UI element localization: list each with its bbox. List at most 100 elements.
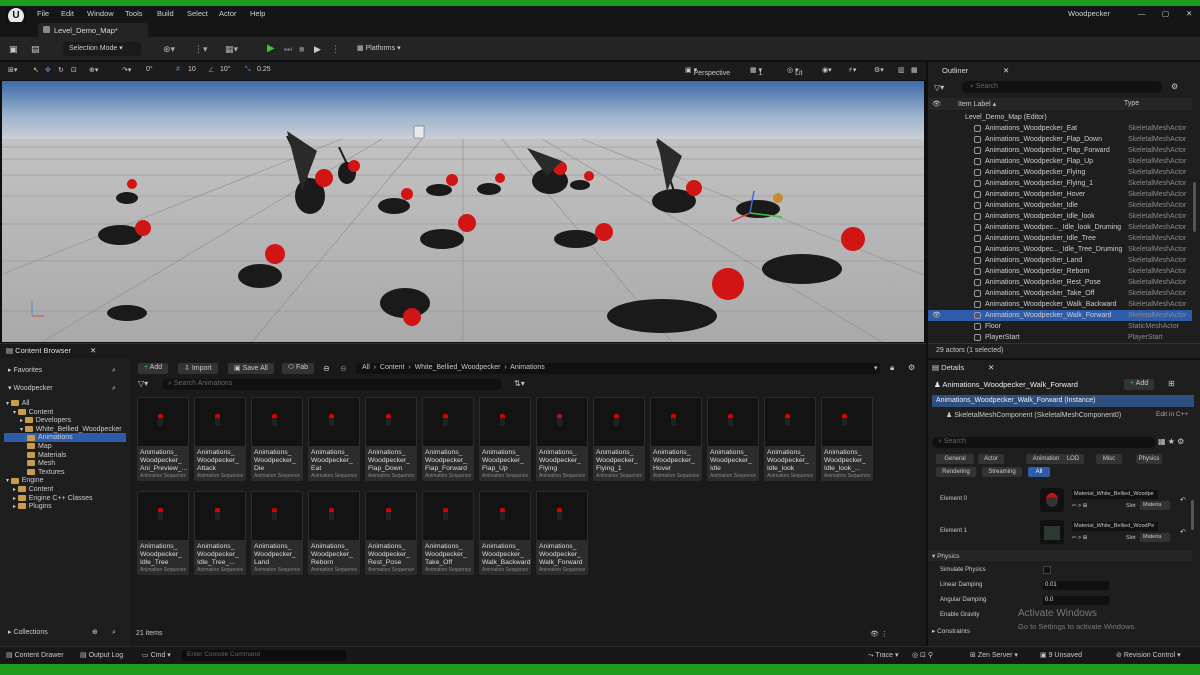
outliner-row[interactable]: Animations_Woodpecker_Hover SkeletalMeshA… [928, 189, 1192, 200]
camera-count-dropdown[interactable]: ▦ 1 ▾ [750, 66, 762, 77]
angular-damping-input[interactable]: 0.0 [1043, 596, 1109, 605]
outliner-row[interactable]: Animations_Woodpecker_Idle_look SkeletalM… [928, 211, 1192, 222]
cmd-dropdown[interactable]: ▭ Cmd ▾ [142, 651, 171, 659]
outliner-row[interactable]: Animations_Woodpecker_Flap_Down SkeletalM… [928, 134, 1192, 145]
reset-0-icon[interactable]: ↶ [1180, 496, 1186, 504]
trace-dropdown[interactable]: ⤳ Trace ▾ [868, 651, 899, 660]
scale-snap-icon[interactable]: ⤡ [245, 66, 251, 74]
material-1-select[interactable]: Material_White_Bellied_WoodPe [1072, 522, 1158, 531]
save-all-button[interactable]: ▣ Save All [228, 363, 274, 374]
outliner-row[interactable]: Animations_Woodpecker_Flying_1 SkeletalMe… [928, 178, 1192, 189]
blueprint-icon[interactable]: ⋮▾ [194, 42, 208, 56]
eject-icon[interactable]: ▶ [314, 42, 321, 56]
console-input[interactable]: Enter Console Command [182, 650, 346, 661]
breadcrumb-woodpecker[interactable]: White_Bellied_Woodpecker [415, 364, 501, 371]
details-add-button[interactable]: + Add [1124, 379, 1155, 390]
outliner-row[interactable]: Animations_Woodpecker_Idle SkeletalMeshAc… [928, 200, 1192, 211]
play-options-icon[interactable]: ⋮ [331, 42, 340, 56]
show-flags-icon[interactable]: ◉▾ [822, 66, 832, 74]
layout-icon[interactable]: ▥ [898, 66, 905, 74]
menu-file[interactable]: File [37, 9, 49, 18]
cb-filter-icon[interactable]: ▽▾ [138, 379, 148, 388]
category-chip[interactable]: General [936, 454, 974, 464]
asset-tile[interactable]: Animations_ Woodpecker_ Flap_Up Animation… [479, 397, 531, 481]
details-instance-row[interactable]: Animations_Woodpecker_Walk_Forward (Inst… [932, 395, 1194, 407]
close-icon[interactable]: ✕ [1186, 9, 1192, 18]
material-1-icons[interactable]: ⇦ ⌕ ⊞ [1072, 535, 1087, 542]
select-tool-icon[interactable]: ↖ [33, 66, 39, 74]
content-drawer-button[interactable]: ▤ Content Drawer [6, 651, 64, 659]
derived-data-icons[interactable]: ◎ ⊡ ⚲ [912, 651, 933, 659]
details-scrollbar[interactable] [1191, 500, 1194, 530]
category-chip[interactable]: Physics [1136, 454, 1162, 464]
outliner-row[interactable]: Animations_Woodpecker_Idle_Tree SkeletalM… [928, 233, 1192, 244]
outliner-row[interactable]: Animations_Woodpecker_Reborn SkeletalMesh… [928, 266, 1192, 277]
asset-tile[interactable]: Animations_ Woodpecker_ Land Animation Se… [251, 491, 303, 575]
filter-icon[interactable]: ▽▾ [934, 83, 944, 92]
visibility-icon[interactable]: 👁 [932, 100, 941, 108]
maximize-viewport-icon[interactable]: ▦ [911, 66, 918, 74]
visibility-icon[interactable]: 👁 [932, 310, 941, 321]
add-collection-icon[interactable]: ⊕ [92, 628, 98, 637]
outliner-scrollbar[interactable] [1193, 182, 1196, 232]
asset-tile[interactable]: Animations_ Woodpecker_ Flying Animation … [536, 397, 588, 481]
sort-icon[interactable]: ⇅▾ [514, 379, 525, 388]
material-1-slot-select[interactable]: Materia [1140, 533, 1170, 542]
asset-tile[interactable]: Animations_ Woodpecker_ Eat Animation Seq… [308, 397, 360, 481]
cinematics-icon[interactable]: ▦▾ [225, 42, 238, 56]
details-component-row[interactable]: ♟ SkeletalMeshComponent (SkeletalMeshCom… [946, 409, 1186, 421]
rotation-snap-value[interactable]: 0° [146, 66, 153, 73]
outliner-row[interactable]: Animations_Woodpec..._Idle_look_Druming S… [928, 222, 1192, 233]
unsaved-button[interactable]: ▣ 9 Unsaved [1040, 651, 1082, 659]
fab-button[interactable]: ⬭ Fab [282, 363, 314, 374]
breadcrumb-dropdown-icon[interactable]: ▾ [874, 364, 878, 372]
category-chip[interactable]: LOD [1062, 454, 1084, 464]
output-log-button[interactable]: ▤ Output Log [80, 651, 123, 659]
settings-icon[interactable]: ⚙▾ [874, 66, 884, 74]
breadcrumb-all[interactable]: All [362, 364, 370, 371]
move-tool-icon[interactable]: ✥ [45, 66, 51, 74]
browse-icon[interactable]: ▤ [31, 42, 40, 56]
collections-section[interactable]: ▸ Collections [8, 628, 128, 637]
outliner-close-icon[interactable]: ✕ [1003, 64, 1009, 78]
category-chip[interactable]: Rendering [936, 467, 976, 477]
asset-tile[interactable]: Animations_ Woodpecker_ Walk_Backward Ani… [479, 491, 531, 575]
linear-damping-input[interactable]: 0.01 [1043, 581, 1109, 590]
import-button[interactable]: ⇩ Import [178, 363, 218, 374]
asset-tile[interactable]: Animations_ Woodpecker_ Idle_Tree Animati… [137, 491, 189, 575]
save-icon[interactable]: ▣ [9, 42, 18, 56]
outliner-row[interactable]: Floor StaticMeshActor [928, 321, 1192, 332]
menu-tools[interactable]: Tools [125, 9, 143, 18]
details-view-icon[interactable]: ▦ ★ ⚙ [1158, 437, 1184, 446]
play-icon[interactable]: ▶ [267, 42, 275, 56]
menu-build[interactable]: Build [157, 9, 174, 18]
asset-search-input[interactable]: ⌕ Search Animations [162, 379, 502, 390]
add-actor-icon[interactable]: ⊕▾ [163, 42, 175, 56]
material-0-icons[interactable]: ⇦ ⌕ ⊞ [1072, 503, 1087, 510]
zen-server-dropdown[interactable]: ⊞ Zen Server ▾ [970, 651, 1018, 659]
grid-snap-icon[interactable]: # [176, 66, 180, 73]
asset-tile[interactable]: Animations_ Woodpecker_ Idle_Tree_... Ani… [194, 491, 246, 575]
outliner-row[interactable]: Animations_Woodpecker_Land SkeletalMeshAc… [928, 255, 1192, 266]
history-back-icon[interactable]: ⊖ [323, 364, 330, 373]
details-settings-icon[interactable]: ⊞ [1168, 379, 1175, 388]
outliner-row[interactable]: Animations_Woodpecker_Take_Off SkeletalMe… [928, 288, 1192, 299]
edit-cpp-link[interactable]: Edit in C++ [1156, 411, 1188, 418]
outliner-row[interactable]: Animations_Woodpec..._Idle_Tree_Druming S… [928, 244, 1192, 255]
material-0-select[interactable]: Material_White_Bellied_Woodpe [1072, 490, 1158, 499]
content-browser-tab[interactable]: ▤ Content Browser [6, 344, 71, 358]
expand-icon[interactable]: ▾ [13, 410, 18, 416]
physics-section[interactable]: ▾ Physics [928, 550, 1192, 561]
folder-item[interactable]: ▸ Plugins [13, 502, 126, 511]
angle-snap-icon[interactable]: ∠ [208, 66, 214, 74]
expand-icon[interactable]: ▾ [6, 478, 11, 484]
asset-tile[interactable]: Animations_ Woodpecker_ Flying_1 Animatio… [593, 397, 645, 481]
asset-tile[interactable]: Animations_ Woodpecker_ Flap_Forward Anim… [422, 397, 474, 481]
outliner-row[interactable]: Animations_Woodpecker_Walk_Backward Skele… [928, 299, 1192, 310]
reset-1-icon[interactable]: ↶ [1180, 528, 1186, 536]
material-0-slot-select[interactable]: Materia [1140, 501, 1170, 510]
menu-edit[interactable]: Edit [61, 9, 74, 18]
level-viewport[interactable] [2, 81, 924, 342]
angle-snap-value[interactable]: 10° [220, 66, 231, 73]
category-chip[interactable]: Streaming [982, 467, 1022, 477]
